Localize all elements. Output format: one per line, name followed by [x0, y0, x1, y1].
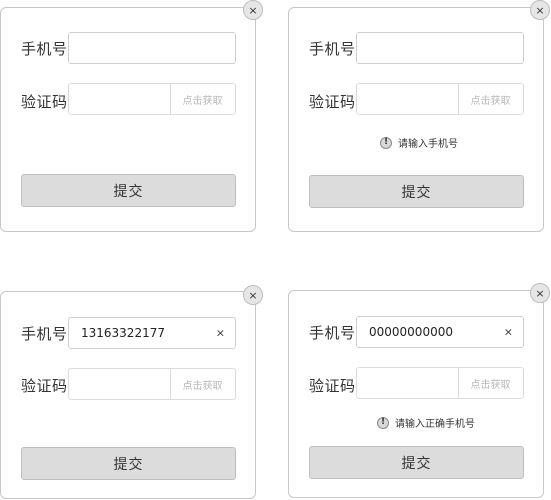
code-input[interactable] [357, 368, 459, 398]
phone-label: 手机号 [21, 40, 68, 58]
warning-icon: ! [377, 416, 389, 429]
submit-button[interactable]: 提交 [21, 174, 236, 207]
code-input[interactable] [69, 369, 171, 399]
error-text: 请输入正确手机号 [395, 419, 475, 430]
login-dialog-4: 手机号 00000000000 × 验证码 点击获取 ! 请输入正确手机号 提交 [288, 290, 544, 498]
clear-icon[interactable]: × [504, 327, 513, 338]
phone-input[interactable] [68, 32, 236, 64]
code-group: 点击获取 [68, 83, 236, 115]
phone-label: 手机号 [309, 40, 356, 58]
clear-icon[interactable]: × [216, 328, 225, 339]
login-dialog-2: 手机号 验证码 点击获取 ! 请输入手机号 提交 [288, 7, 544, 232]
submit-button[interactable]: 提交 [21, 447, 236, 480]
login-dialog-3: 手机号 13163322177 × 验证码 点击获取 提交 [0, 291, 256, 499]
phone-label: 手机号 [309, 324, 356, 342]
phone-value: 00000000000 [369, 325, 453, 339]
phone-value: 13163322177 [81, 326, 165, 340]
phone-input[interactable] [356, 32, 524, 64]
code-label: 验证码 [21, 377, 68, 395]
submit-button[interactable]: 提交 [309, 446, 524, 479]
get-code-button[interactable]: 点击获取 [170, 84, 235, 114]
close-icon[interactable]: × [243, 0, 263, 20]
close-icon[interactable]: × [530, 0, 550, 20]
close-icon[interactable]: × [530, 283, 550, 303]
warning-icon: ! [380, 136, 392, 149]
submit-button[interactable]: 提交 [309, 175, 524, 208]
close-icon[interactable]: × [243, 285, 263, 305]
error-message: ! 请输入正确手机号 [377, 415, 475, 430]
error-text: 请输入手机号 [398, 139, 458, 150]
get-code-button[interactable]: 点击获取 [458, 84, 523, 114]
get-code-button[interactable]: 点击获取 [458, 368, 523, 398]
code-input[interactable] [357, 84, 459, 114]
error-message: ! 请输入手机号 [380, 135, 458, 150]
code-group: 点击获取 [356, 83, 524, 115]
code-input[interactable] [69, 84, 171, 114]
phone-label: 手机号 [21, 325, 68, 343]
code-label: 验证码 [309, 93, 356, 111]
code-label: 验证码 [21, 93, 68, 111]
code-group: 点击获取 [68, 368, 236, 400]
login-dialog-1: 手机号 验证码 点击获取 提交 [0, 7, 256, 232]
get-code-button[interactable]: 点击获取 [170, 369, 235, 399]
phone-input[interactable]: 13163322177 × [68, 317, 236, 349]
phone-input[interactable]: 00000000000 × [356, 316, 524, 348]
code-group: 点击获取 [356, 367, 524, 399]
code-label: 验证码 [309, 377, 356, 395]
